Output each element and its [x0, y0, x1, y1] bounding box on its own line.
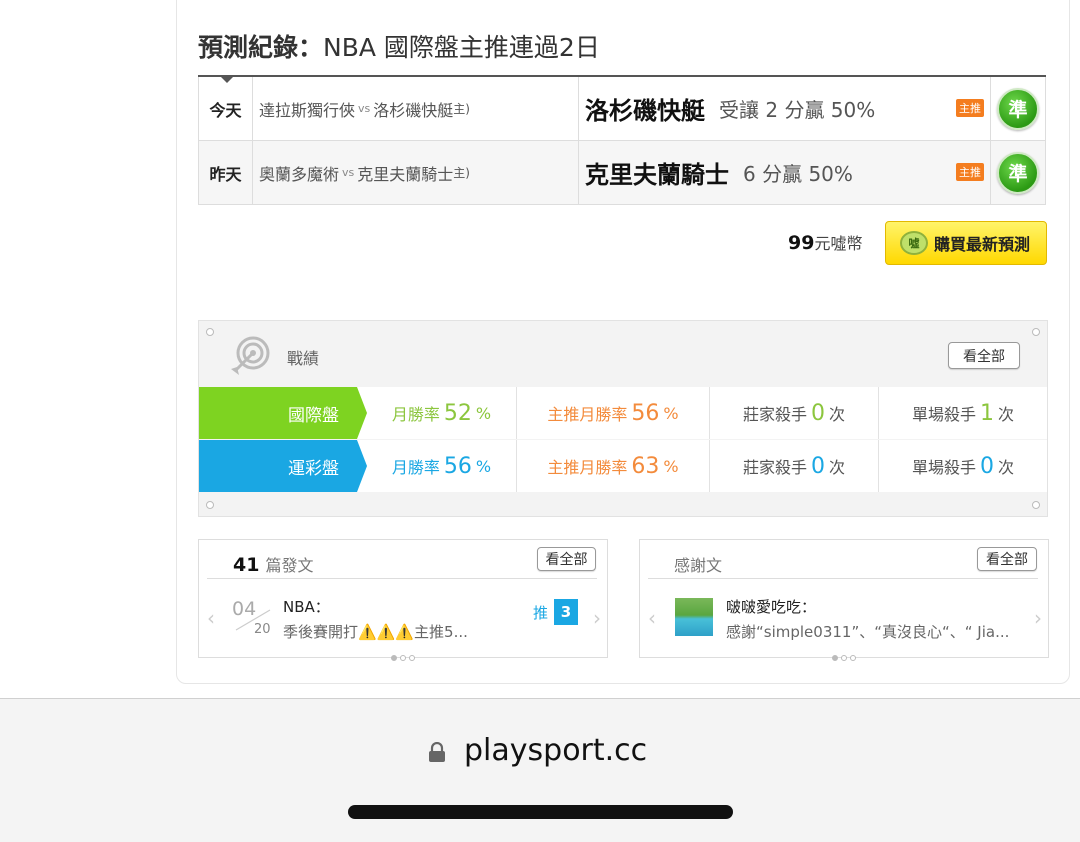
single-game-killer-count: 單場殺手 0 次 — [911, 453, 1015, 479]
result-cell: 準 — [991, 77, 1045, 140]
prediction-row: 昨天 奧蘭多魔術 vs 克里夫蘭騎士 主) 克里夫蘭騎士 6 分贏 50% 主推 準 — [198, 141, 1046, 205]
chevron-left-icon[interactable]: ‹ — [648, 606, 656, 630]
prediction-table: 今天 達拉斯獨行俠 vs 洛杉磯快艇 主) 洛杉磯快艇 受讓 2 分贏 50% 主推 … — [198, 75, 1046, 205]
single-game-killer-count: 單場殺手 1 次 — [911, 400, 1015, 426]
url-text: playsport.cc — [464, 733, 648, 768]
pick-team: 克里夫蘭騎士 — [585, 161, 729, 189]
banker-killer-count: 莊家殺手 0 次 — [710, 440, 879, 492]
main-pick-win-rate: 主推月勝率 56% — [517, 387, 710, 439]
chevron-left-icon[interactable]: ‹ — [207, 606, 215, 630]
prediction-pick: 洛杉磯快艇 受讓 2 分贏 50% 主推 — [579, 77, 991, 140]
home-team: 洛杉磯快艇 — [373, 100, 454, 120]
pick-odds: 6 分贏 50% — [743, 162, 853, 186]
thanks-link[interactable]: 啵啵愛吃吃： 感謝“simple0311”、“真沒良心“、“ Jia... — [726, 596, 1026, 642]
away-team: 達拉斯獨行俠 — [259, 100, 356, 120]
stats-row-international: 國際盤 月勝率 52% 主推月勝率 56% 莊家殺手 0 次 單場殺手 1 次 — [199, 387, 1047, 439]
stats-header: 戰績 看全部 — [199, 321, 1047, 387]
main-pick-badge: 主推 — [956, 99, 984, 117]
post-date: 04 20 — [232, 598, 278, 638]
left-pane — [0, 0, 176, 698]
monthly-win-rate: 月勝率 56% — [357, 440, 517, 492]
post-link[interactable]: NBA： 季後賽開打⚠️⚠️⚠️主推5... — [283, 596, 505, 642]
user-avatar[interactable] — [675, 598, 713, 636]
vs-label: vs — [342, 166, 355, 179]
thanks-title: 感謝文 — [674, 556, 723, 575]
prediction-day: 昨天 — [199, 141, 253, 204]
row-label: 運彩盤 — [199, 440, 367, 492]
push-count: 推 3 — [533, 599, 579, 625]
prediction-day: 今天 — [199, 77, 253, 140]
buy-prediction-button[interactable]: 噓 購買最新預測 — [885, 221, 1047, 265]
away-team: 奧蘭多魔術 — [259, 164, 340, 184]
row-label: 國際盤 — [199, 387, 367, 439]
chevron-right-icon[interactable]: › — [593, 606, 601, 630]
home-team: 克里夫蘭騎士 — [357, 164, 454, 184]
coin-icon: 噓 — [900, 231, 928, 255]
post-snippet: 季後賽開打⚠️⚠️⚠️主推5... — [283, 623, 468, 641]
target-icon — [231, 336, 270, 375]
corner-dot — [1032, 501, 1040, 509]
stats-panel: 戰績 看全部 國際盤 月勝率 52% 主推月勝率 56% 莊家殺手 0 次 單場殺手 1 次… — [198, 320, 1048, 517]
stats-title: 戰績 — [287, 349, 320, 368]
home-mark: 主) — [453, 102, 470, 116]
post-title: NBA： — [283, 598, 330, 616]
buy-button-label: 購買最新預測 — [934, 235, 1031, 254]
pick-team: 洛杉磯快艇 — [585, 97, 705, 125]
pager-dots — [832, 655, 856, 661]
posts-title: 41 篇發文 — [233, 554, 314, 576]
price-label: 99元噓幣 — [788, 232, 863, 254]
pick-odds: 受讓 2 分贏 50% — [719, 98, 876, 122]
monthly-win-rate: 月勝率 52% — [357, 387, 517, 439]
thanks-panel: 感謝文 看全部 ‹ › 啵啵愛吃吃： 感謝“simple0311”、“真沒良心“… — [639, 539, 1049, 661]
browser-url-bar[interactable]: playsport.cc — [0, 698, 1080, 842]
thanks-author: 啵啵愛吃吃： — [726, 598, 817, 616]
page: 預測紀錄：NBA 國際盤主推連過2日 今天 達拉斯獨行俠 vs 洛杉磯快艇 主) 洛杉… — [0, 0, 1080, 698]
corner-dot — [1032, 328, 1040, 336]
home-indicator[interactable] — [348, 805, 733, 819]
divider — [648, 578, 1038, 579]
lock-icon — [429, 742, 445, 762]
match-link[interactable]: 奧蘭多魔術 vs 克里夫蘭騎士 主) — [253, 141, 579, 204]
divider — [207, 578, 597, 579]
prediction-row: 今天 達拉斯獨行俠 vs 洛杉磯快艇 主) 洛杉磯快艇 受讓 2 分贏 50% 主推 … — [198, 77, 1046, 141]
match-link[interactable]: 達拉斯獨行俠 vs 洛杉磯快艇 主) — [253, 77, 579, 140]
chevron-right-icon[interactable]: › — [1034, 606, 1042, 630]
corner-dot — [206, 328, 214, 336]
correct-result-badge: 準 — [997, 151, 1039, 194]
posts-view-all-button[interactable]: 看全部 — [537, 547, 596, 571]
thanks-snippet: 感謝“simple0311”、“真沒良心“、“ Jia... — [726, 623, 1010, 641]
correct-result-badge: 準 — [997, 87, 1039, 130]
main-pick-badge: 主推 — [956, 163, 984, 181]
banker-killer-count: 莊家殺手 0 次 — [710, 387, 879, 439]
stats-row-sports-lottery: 運彩盤 月勝率 56% 主推月勝率 63% 莊家殺手 0 次 單場殺手 0 次 — [199, 440, 1047, 492]
prediction-pick: 克里夫蘭騎士 6 分贏 50% 主推 — [579, 141, 991, 204]
pager-dots — [391, 655, 415, 661]
main-pick-win-rate: 主推月勝率 63% — [517, 440, 710, 492]
result-cell: 準 — [991, 141, 1045, 204]
posts-panel: 41 篇發文 看全部 ‹ › 04 20 NBA： 季後賽開打⚠️⚠️⚠️主推5.… — [198, 539, 608, 661]
home-mark: 主) — [453, 166, 470, 180]
prediction-title: 預測紀錄：NBA 國際盤主推連過2日 — [198, 33, 600, 62]
thanks-view-all-button[interactable]: 看全部 — [977, 547, 1037, 571]
corner-dot — [206, 501, 214, 509]
stats-view-all-button[interactable]: 看全部 — [948, 342, 1020, 369]
vs-label: vs — [358, 102, 371, 115]
